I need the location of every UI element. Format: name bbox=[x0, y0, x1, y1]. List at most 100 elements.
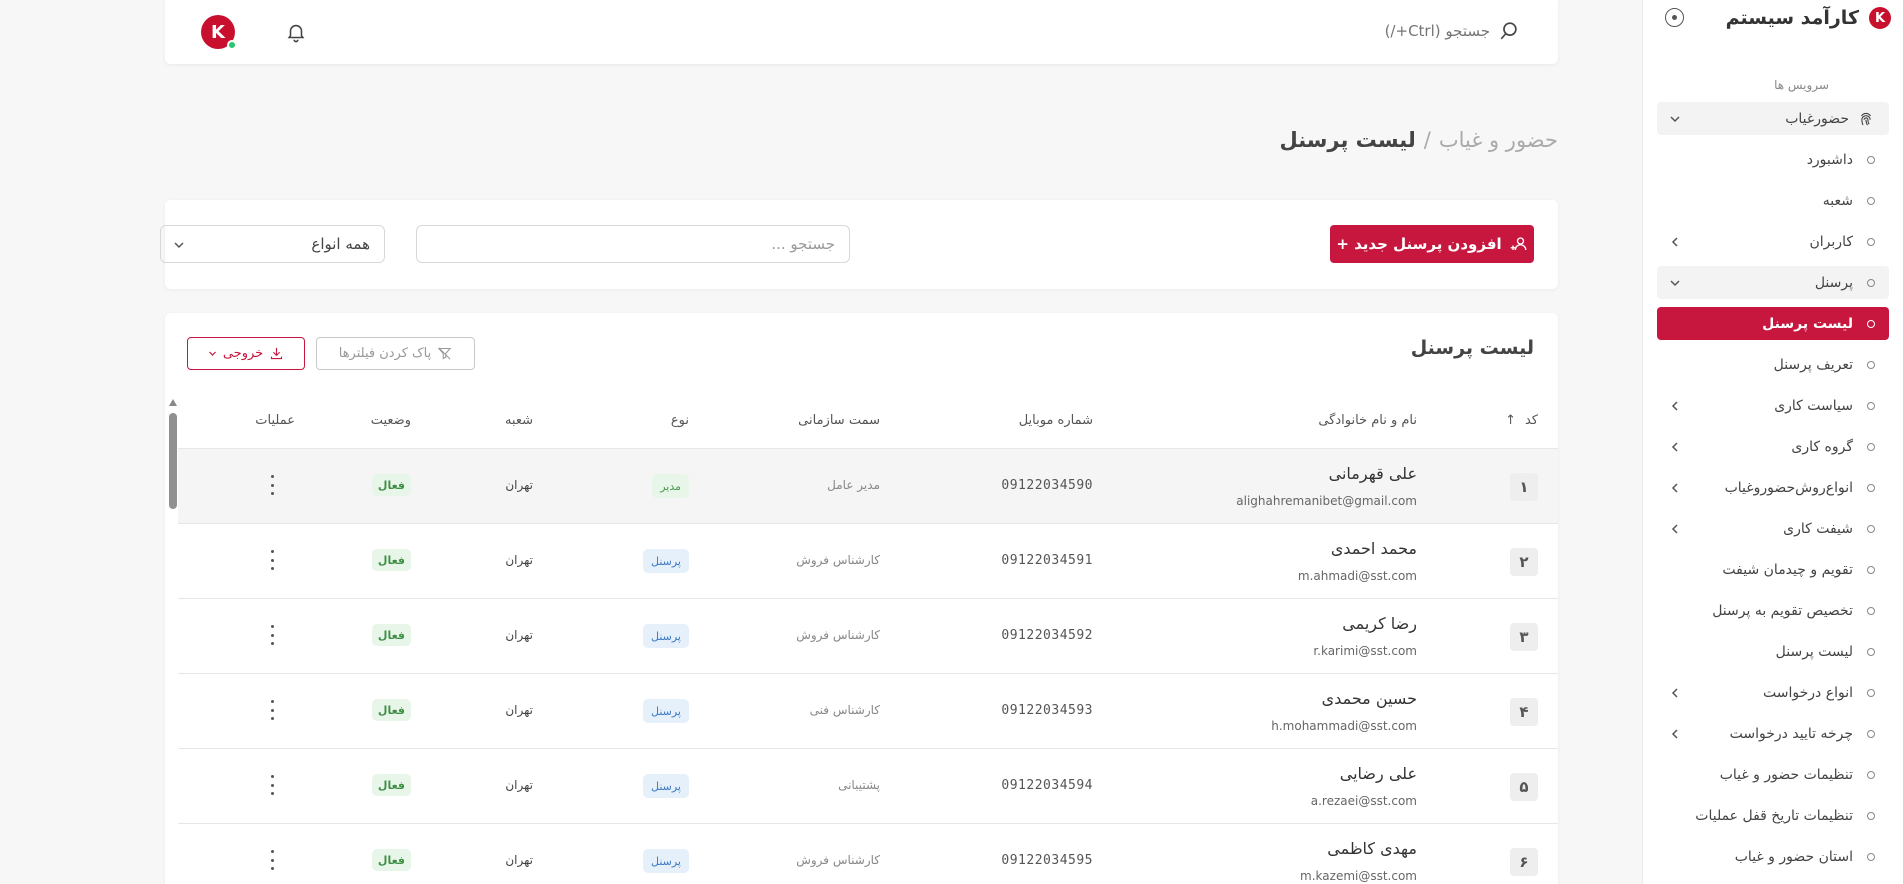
sidebar-item-label: لیست پرسنل bbox=[1762, 315, 1853, 332]
clear-filters-label: پاک کردن فیلترها bbox=[338, 346, 432, 361]
sidebar-item[interactable]: تنظیمات تاریخ قفل عملیات bbox=[1657, 799, 1889, 832]
row-type-badge: پرسنل bbox=[643, 624, 689, 648]
export-label: خروجی bbox=[222, 346, 264, 361]
bullet-icon bbox=[1867, 647, 1875, 656]
sidebar-toggle-icon[interactable] bbox=[1665, 8, 1684, 27]
avatar-letter: K bbox=[211, 21, 225, 43]
bullet-icon bbox=[1867, 237, 1875, 246]
personnel-search-input[interactable] bbox=[416, 225, 850, 263]
export-button[interactable]: خروجی bbox=[187, 337, 305, 370]
scroll-up-arrow-icon[interactable] bbox=[169, 399, 177, 406]
sidebar-item[interactable]: لیست پرسنل bbox=[1657, 307, 1889, 340]
sidebar-item[interactable]: انواع‌روش‌حضوروغیاب bbox=[1657, 471, 1889, 504]
kebab-icon[interactable] bbox=[269, 625, 275, 645]
row-email: h.mohammadi@sst.com bbox=[1271, 719, 1417, 733]
row-name: رضا کریمی bbox=[1342, 614, 1417, 633]
row-position: کارشناس فروش bbox=[796, 853, 880, 867]
sidebar-item[interactable]: انواع درخواست bbox=[1657, 676, 1889, 709]
sidebar-item[interactable]: چرخه تایید درخواست bbox=[1657, 717, 1889, 750]
sidebar-item[interactable]: تخصیص تقویم به پرسنل bbox=[1657, 594, 1889, 627]
add-personnel-button[interactable]: افزودن پرسنل جدید + bbox=[1330, 225, 1534, 263]
kebab-icon[interactable] bbox=[269, 700, 275, 720]
row-mobile: 09122034595 bbox=[1001, 853, 1093, 868]
row-status-badge: فعال bbox=[371, 549, 411, 571]
sidebar-item[interactable]: کاربران bbox=[1657, 225, 1889, 258]
sidebar-item[interactable]: تقویم و چیدمان شیفت bbox=[1657, 553, 1889, 586]
sidebar-item[interactable]: داشبورد bbox=[1657, 143, 1889, 176]
table-row[interactable]: ۳ رضا کریمی r.karimi@sst.com 09122034592 کار… bbox=[178, 599, 1558, 674]
sidebar-item[interactable]: تنظیمات حضور و غیاب bbox=[1657, 758, 1889, 791]
bell-icon[interactable] bbox=[285, 20, 307, 44]
row-mobile: 09122034592 bbox=[1001, 628, 1093, 643]
bullet-icon bbox=[1867, 278, 1875, 287]
sidebar-item[interactable]: استان حضور و غیاب bbox=[1657, 840, 1889, 873]
bullet-icon bbox=[1867, 319, 1875, 328]
sidebar-item[interactable]: شعبه bbox=[1657, 184, 1889, 217]
row-position: پشتیبانی bbox=[838, 778, 880, 792]
fingerprint-icon bbox=[1861, 112, 1871, 125]
row-email: m.ahmadi@sst.com bbox=[1297, 569, 1417, 583]
bullet-icon bbox=[1867, 811, 1875, 820]
chevron-down-icon bbox=[174, 242, 184, 249]
sort-arrow-icon[interactable]: ↑ bbox=[1505, 413, 1516, 428]
header-code[interactable]: کد bbox=[1525, 413, 1538, 428]
chevron-left-icon bbox=[1671, 236, 1678, 247]
table-body: ۱ علی قهرمانی alighahremanibet@gmail.com 09… bbox=[178, 449, 1558, 884]
row-email: m.kazemi@sst.com bbox=[1300, 869, 1417, 883]
row-email: a.rezaei@sst.com bbox=[1310, 794, 1417, 808]
kebab-icon[interactable] bbox=[269, 475, 275, 495]
row-email: r.karimi@sst.com bbox=[1313, 644, 1417, 658]
breadcrumb: حضور و غیاب / لیست پرسنل bbox=[1279, 128, 1558, 152]
sidebar-item-label: سیاست کاری bbox=[1774, 397, 1853, 414]
table-header-row: کد ↑ نام و نام خانوادگی شماره موبایل سمت… bbox=[178, 393, 1558, 449]
row-code: ۵ bbox=[1510, 773, 1538, 801]
table-row[interactable]: ۵ علی رضایی a.rezaei@sst.com 09122034594 پشت… bbox=[178, 749, 1558, 824]
row-position: کارشناس فروش bbox=[796, 628, 880, 642]
kebab-icon[interactable] bbox=[269, 550, 275, 570]
chevron-left-icon bbox=[1671, 441, 1678, 452]
header-branch: شعبه bbox=[504, 413, 533, 428]
kebab-icon[interactable] bbox=[269, 850, 275, 870]
search-icon bbox=[1500, 22, 1517, 40]
breadcrumb-separator: / bbox=[1423, 128, 1431, 152]
table-row[interactable]: ۲ محمد احمدی m.ahmadi@sst.com 09122034591 کا… bbox=[178, 524, 1558, 599]
header-name: نام و نام خانوادگی bbox=[1318, 413, 1417, 428]
sidebar-item[interactable]: شیفت کاری bbox=[1657, 512, 1889, 545]
table-row[interactable]: ۴ حسین محمدی h.mohammadi@sst.com 0912203459… bbox=[178, 674, 1558, 749]
bullet-icon bbox=[1867, 442, 1875, 451]
bullet-icon bbox=[1867, 852, 1875, 861]
row-mobile: 09122034591 bbox=[1001, 553, 1093, 568]
user-plus-icon bbox=[1510, 237, 1527, 251]
sidebar-item[interactable]: لیست پرسنل bbox=[1657, 635, 1889, 668]
table-title: لیست پرسنل bbox=[1410, 337, 1534, 359]
sidebar-item[interactable]: پرسنل bbox=[1657, 266, 1889, 299]
table-row[interactable]: ۱ علی قهرمانی alighahremanibet@gmail.com 09… bbox=[178, 449, 1558, 524]
sidebar-item-label: حضورغیاب bbox=[1785, 110, 1849, 127]
sidebar-item[interactable]: گروه کاری bbox=[1657, 430, 1889, 463]
bullet-icon bbox=[1867, 524, 1875, 533]
sidebar-item-label: انواع‌روش‌حضوروغیاب bbox=[1724, 479, 1853, 496]
sidebar-item[interactable]: تعریف پرسنل bbox=[1657, 348, 1889, 381]
section-label: سرویس ها bbox=[1774, 78, 1829, 92]
type-filter-select[interactable]: همه انواع bbox=[160, 225, 385, 263]
sidebar-item-label: پرسنل bbox=[1814, 274, 1853, 291]
avatar[interactable]: K bbox=[201, 15, 237, 50]
global-search-input[interactable] bbox=[1290, 20, 1490, 42]
chevron-down-icon bbox=[1670, 115, 1680, 122]
bullet-icon bbox=[1867, 606, 1875, 615]
sidebar-item[interactable]: حضورغیاب bbox=[1657, 102, 1889, 135]
sidebar-item[interactable]: سیاست کاری bbox=[1657, 389, 1889, 422]
chevron-left-icon bbox=[1671, 728, 1678, 739]
chevron-left-icon bbox=[1671, 400, 1678, 411]
bullet-icon bbox=[1867, 196, 1875, 205]
scroll-thumb[interactable] bbox=[169, 413, 177, 509]
breadcrumb-parent[interactable]: حضور و غیاب bbox=[1439, 128, 1558, 152]
clear-filters-button[interactable]: پاک کردن فیلترها bbox=[316, 337, 475, 370]
row-name: محمد احمدی bbox=[1330, 539, 1417, 558]
row-name: حسین محمدی bbox=[1321, 689, 1417, 708]
bullet-icon bbox=[1867, 360, 1875, 369]
bullet-icon bbox=[1867, 688, 1875, 697]
sidebar: K کارآمد سیستم سرویس ها حضورغیاب داشبورد ش… bbox=[1642, 0, 1903, 884]
table-row[interactable]: ۶ مهدی کاظمی m.kazemi@sst.com 09122034595 کا… bbox=[178, 824, 1558, 884]
kebab-icon[interactable] bbox=[269, 775, 275, 795]
